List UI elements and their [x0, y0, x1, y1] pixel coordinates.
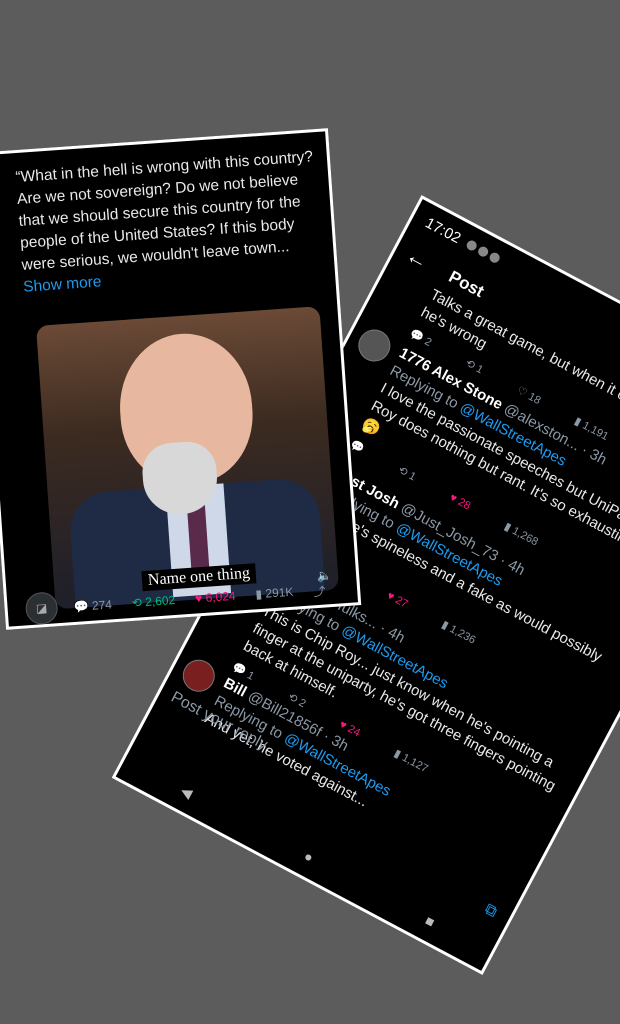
view-count: ▮ 291K [254, 584, 294, 602]
retweet-count[interactable]: ⟲ 1 [394, 461, 420, 487]
nav-back-icon[interactable]: ◀ [178, 782, 195, 802]
video-player[interactable]: Name one thing 🔈 [35, 306, 340, 610]
avatar[interactable]: ◪ [24, 591, 59, 626]
nav-home-icon[interactable]: ● [301, 848, 316, 866]
retweet-count[interactable]: ⟲ 2,602 [131, 593, 176, 613]
reply-count[interactable]: 💬 274 [73, 597, 112, 617]
status-time: 17:02 [422, 214, 464, 248]
tweet-card-screenshot: “What in the hell is wrong with this cou… [0, 128, 362, 630]
like-count[interactable]: ♥ 6,024 [195, 589, 237, 609]
notification-icons [463, 236, 505, 269]
mute-icon[interactable]: 🔈 [317, 568, 333, 583]
like-count[interactable]: ♥ 27 [383, 586, 412, 614]
camera-icon[interactable]: ⧉ [481, 901, 500, 922]
tweet-body: “What in the hell is wrong with this cou… [15, 146, 323, 299]
nav-recents-icon[interactable]: ■ [423, 912, 438, 930]
tweet-quote-text: “What in the hell is wrong with this cou… [14, 148, 314, 274]
like-count[interactable]: ♥ 28 [446, 488, 475, 516]
share-icon[interactable]: ⤴ [313, 582, 326, 600]
